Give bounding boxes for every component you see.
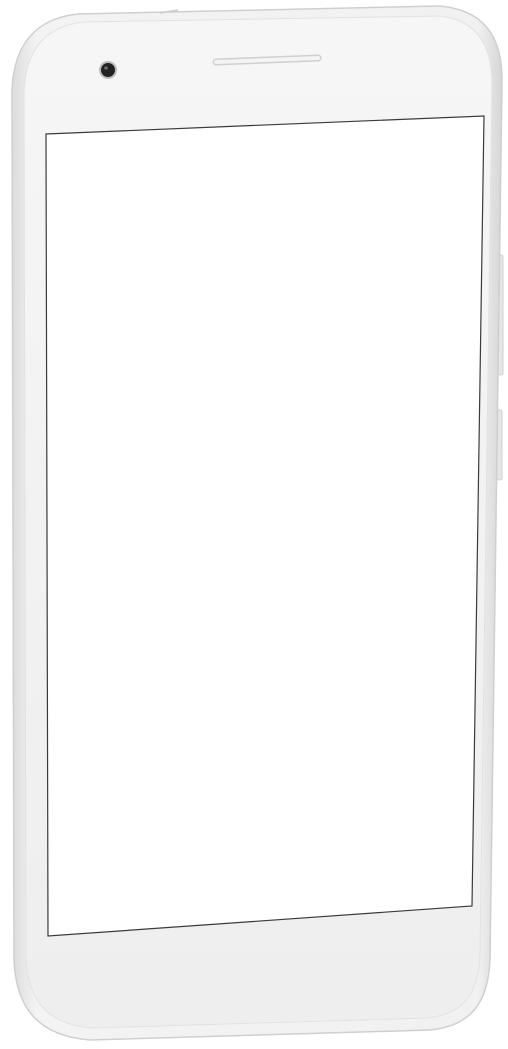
earpiece-speaker-icon (212, 54, 322, 66)
front-camera-icon (99, 61, 117, 79)
phone-mockup (11, 5, 504, 1041)
phone-mockup-stage (0, 0, 508, 1049)
screen (45, 115, 485, 937)
